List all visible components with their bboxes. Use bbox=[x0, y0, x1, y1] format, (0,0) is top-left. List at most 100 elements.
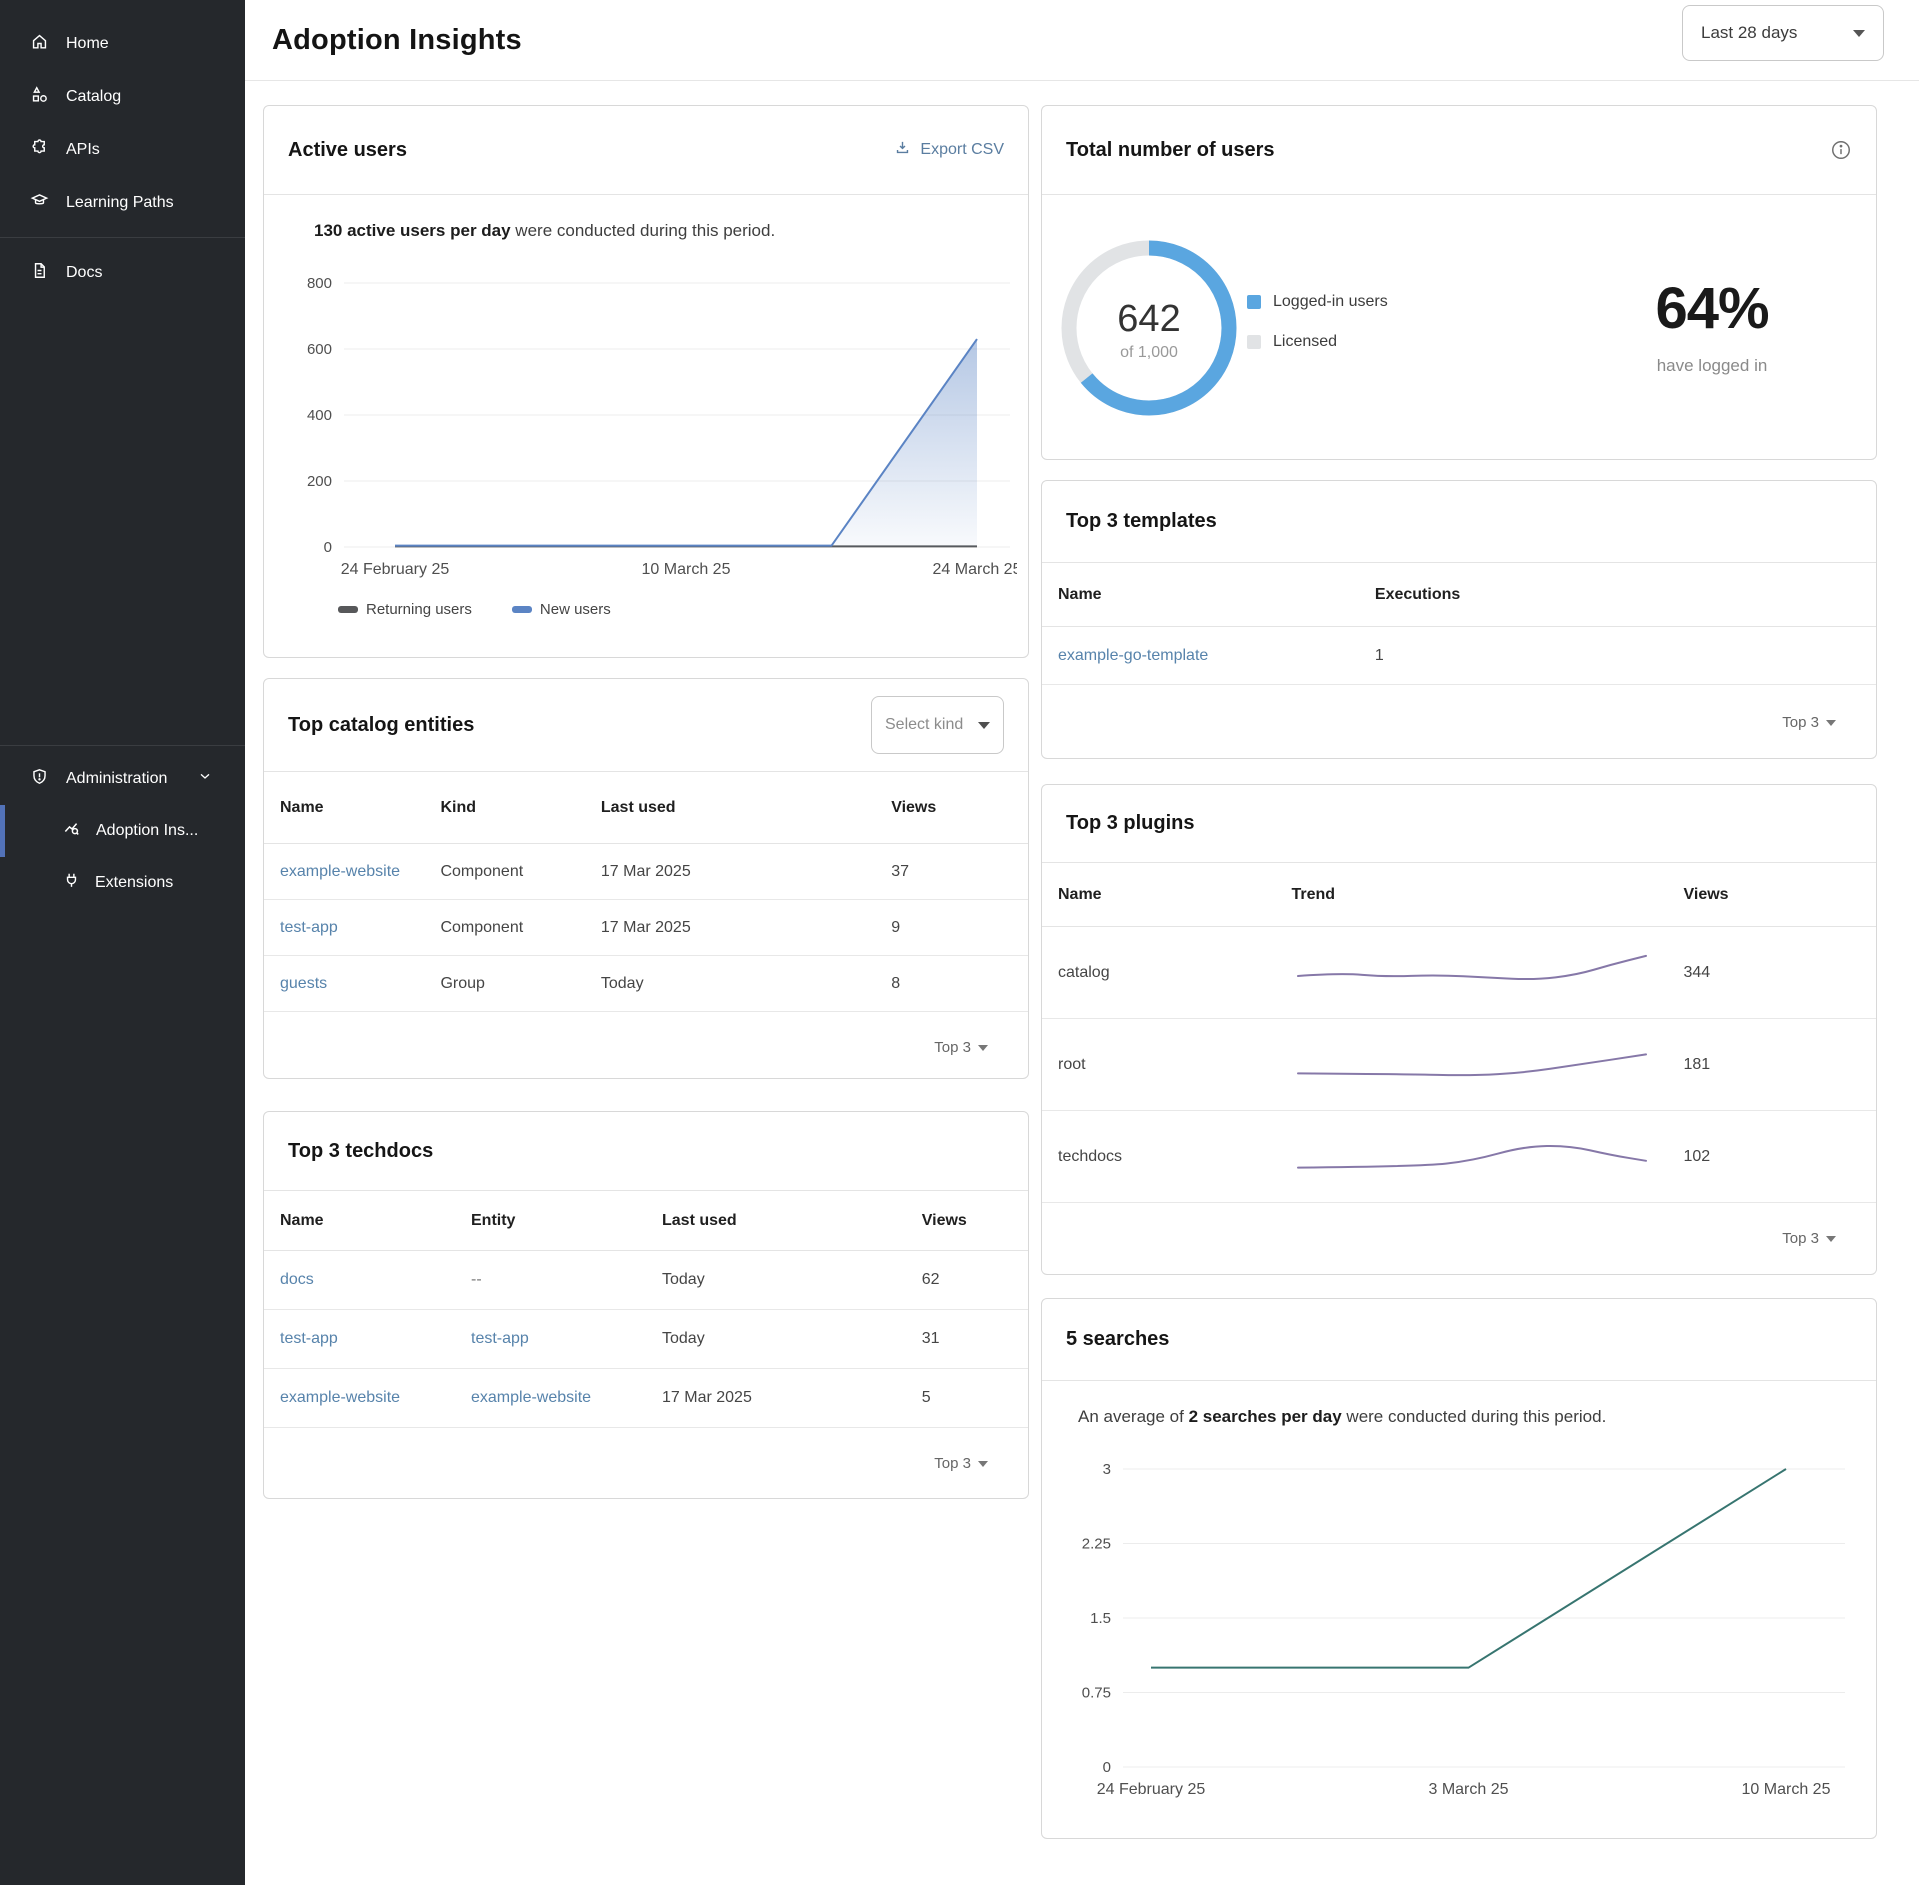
chevron-down-icon bbox=[1826, 1236, 1836, 1242]
chevron-down-icon bbox=[1853, 30, 1865, 37]
chevron-down-icon bbox=[978, 722, 990, 729]
table-row: root 181 bbox=[1042, 1019, 1876, 1111]
card-title: Top 3 plugins bbox=[1066, 812, 1195, 835]
rows-per-page-label: Top 3 bbox=[934, 1039, 971, 1056]
svg-text:200: 200 bbox=[307, 473, 332, 490]
sidebar-item-catalog[interactable]: Catalog bbox=[0, 70, 245, 123]
svg-text:3: 3 bbox=[1103, 1461, 1111, 1478]
cell-last-used: Today bbox=[646, 1310, 906, 1369]
cell-plugin-name: root bbox=[1042, 1019, 1276, 1111]
table-row: example-go-template 1 bbox=[1042, 627, 1876, 685]
top-catalog-entities-card: Top catalog entities Select kind Name Ki… bbox=[263, 678, 1029, 1079]
sidebar-item-label: Learning Paths bbox=[66, 194, 174, 212]
column-header: Name bbox=[1042, 863, 1276, 927]
kind-select-placeholder: Select kind bbox=[885, 716, 963, 734]
entity-link[interactable]: example-website bbox=[471, 1389, 591, 1406]
cell-views: 8 bbox=[875, 956, 1028, 1012]
template-link[interactable]: example-go-template bbox=[1058, 647, 1208, 664]
home-icon bbox=[30, 32, 49, 56]
chevron-down-icon bbox=[1826, 720, 1836, 726]
column-header: Views bbox=[875, 772, 1028, 844]
info-icon[interactable] bbox=[1830, 139, 1852, 161]
cell-plugin-name: techdocs bbox=[1042, 1111, 1276, 1203]
active-users-chart: 020040060080024 February 2510 March 2524… bbox=[277, 269, 1017, 599]
cell-last-used: 17 Mar 2025 bbox=[585, 900, 875, 956]
sidebar-item-adoption-insights[interactable]: Adoption Ins... bbox=[0, 805, 245, 857]
cell-views: 9 bbox=[875, 900, 1028, 956]
top-templates-card: Top 3 templates Name Executions example-… bbox=[1041, 480, 1877, 759]
sidebar-item-label: Administration bbox=[66, 770, 167, 788]
top-catalog-table: Name Kind Last used Views example-websit… bbox=[264, 772, 1028, 1012]
entity-link[interactable]: guests bbox=[280, 975, 327, 992]
column-header: Executions bbox=[1359, 563, 1876, 627]
rows-per-page-select[interactable]: Top 3 bbox=[1042, 1203, 1876, 1274]
cell-views: 5 bbox=[906, 1369, 1028, 1428]
sidebar-item-label: APIs bbox=[66, 141, 100, 159]
main-content: Adoption Insights Last 28 days Active us… bbox=[245, 0, 1919, 1885]
entity-link[interactable]: test-app bbox=[280, 919, 338, 936]
legend-label: New users bbox=[540, 601, 611, 618]
svg-text:10 March 25: 10 March 25 bbox=[1742, 1781, 1831, 1798]
logged-in-donut-chart: 642 of 1,000 bbox=[1061, 240, 1237, 416]
entity-link[interactable]: test-app bbox=[471, 1330, 529, 1347]
sidebar-divider bbox=[0, 237, 245, 238]
svg-text:24 February 25: 24 February 25 bbox=[1097, 1781, 1206, 1798]
column-header: Kind bbox=[424, 772, 584, 844]
top-plugins-table: Name Trend Views catalog 344 root bbox=[1042, 863, 1876, 1203]
date-range-value: Last 28 days bbox=[1701, 23, 1797, 43]
cell-views: 181 bbox=[1667, 1019, 1876, 1111]
sidebar-item-docs[interactable]: Docs bbox=[0, 246, 245, 299]
svg-text:24 March 25: 24 March 25 bbox=[933, 561, 1017, 578]
cell-entity: -- bbox=[455, 1251, 646, 1310]
kind-select[interactable]: Select kind bbox=[871, 696, 1004, 754]
apis-icon bbox=[30, 138, 49, 162]
searches-card: 5 searches An average of 2 searches per … bbox=[1041, 1298, 1877, 1839]
cell-kind: Component bbox=[424, 844, 584, 900]
download-icon bbox=[894, 139, 911, 161]
rows-per-page-select[interactable]: Top 3 bbox=[264, 1428, 1028, 1499]
legend-label: Returning users bbox=[366, 601, 472, 618]
sidebar-item-learning-paths[interactable]: Learning Paths bbox=[0, 176, 245, 229]
percent-value: 64% bbox=[1582, 275, 1842, 342]
catalog-icon bbox=[30, 85, 49, 109]
legend-swatch bbox=[1247, 335, 1261, 349]
table-row: example-website Component 17 Mar 2025 37 bbox=[264, 844, 1028, 900]
cell-kind: Group bbox=[424, 956, 584, 1012]
chevron-down-icon bbox=[978, 1045, 988, 1051]
sidebar-item-extensions[interactable]: Extensions bbox=[0, 857, 245, 909]
entity-link[interactable]: example-website bbox=[280, 863, 400, 880]
svg-text:1.5: 1.5 bbox=[1090, 1610, 1111, 1627]
column-header: Last used bbox=[646, 1191, 906, 1251]
table-row: catalog 344 bbox=[1042, 927, 1876, 1019]
techdoc-link[interactable]: example-website bbox=[280, 1389, 400, 1406]
sidebar-item-home[interactable]: Home bbox=[0, 17, 245, 70]
rows-per-page-label: Top 3 bbox=[1782, 714, 1819, 731]
table-row: test-app test-app Today 31 bbox=[264, 1310, 1028, 1369]
top-techdocs-table: Name Entity Last used Views docs -- Toda… bbox=[264, 1191, 1028, 1428]
rows-per-page-label: Top 3 bbox=[934, 1455, 971, 1472]
trend-sparkline bbox=[1292, 948, 1652, 998]
date-range-select[interactable]: Last 28 days bbox=[1682, 5, 1884, 61]
column-header: Entity bbox=[455, 1191, 646, 1251]
legend-swatch bbox=[1247, 295, 1261, 309]
rows-per-page-label: Top 3 bbox=[1782, 1230, 1819, 1247]
table-row: techdocs 102 bbox=[1042, 1111, 1876, 1203]
export-csv-label: Export CSV bbox=[920, 141, 1004, 159]
card-title: Active users bbox=[288, 139, 407, 162]
rows-per-page-select[interactable]: Top 3 bbox=[1042, 687, 1876, 758]
shield-icon bbox=[30, 767, 49, 791]
legend-swatch bbox=[338, 606, 358, 613]
sidebar-item-administration[interactable]: Administration bbox=[0, 752, 245, 805]
export-csv-button[interactable]: Export CSV bbox=[894, 139, 1004, 161]
cell-plugin-name: catalog bbox=[1042, 927, 1276, 1019]
top-techdocs-card: Top 3 techdocs Name Entity Last used Vie… bbox=[263, 1111, 1029, 1499]
sidebar-item-apis[interactable]: APIs bbox=[0, 123, 245, 176]
chevron-down-icon[interactable] bbox=[197, 768, 213, 789]
sidebar: Home Catalog APIs Learning Paths Docs Ad… bbox=[0, 0, 245, 1885]
techdoc-link[interactable]: docs bbox=[280, 1271, 314, 1288]
rows-per-page-select[interactable]: Top 3 bbox=[264, 1012, 1028, 1079]
techdoc-link[interactable]: test-app bbox=[280, 1330, 338, 1347]
learning-paths-icon bbox=[30, 191, 49, 215]
legend-label: Logged-in users bbox=[1273, 293, 1388, 311]
card-title: Top catalog entities bbox=[288, 714, 474, 737]
